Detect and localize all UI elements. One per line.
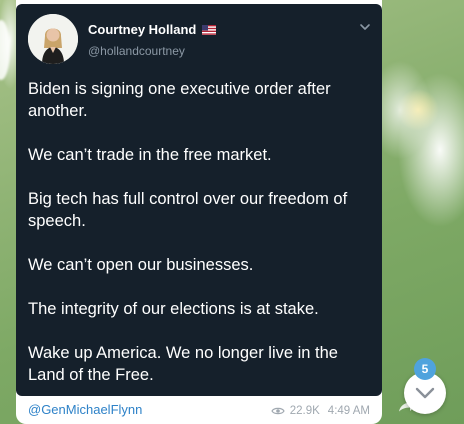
us-flag-icon <box>202 24 217 35</box>
chevron-down-icon[interactable] <box>358 20 372 34</box>
tweet-paragraph: We can’t trade in the free market. <box>28 146 272 164</box>
view-count: 22.9K <box>289 405 320 417</box>
tweet-text: Biden is signing one executive order aft… <box>28 78 368 408</box>
tweet-paragraph: Wake up America. We no longer live in th… <box>28 344 338 384</box>
avatar[interactable] <box>28 14 78 64</box>
channel-message: Courtney Holland @hollandcourtney Biden … <box>16 0 382 424</box>
tweet-paragraph: The integrity of our elections is at sta… <box>28 300 319 318</box>
author-display-name[interactable]: Courtney Holland <box>88 22 196 37</box>
message-time: 4:49 AM <box>327 405 370 417</box>
author-name-row: Courtney Holland <box>88 22 217 37</box>
embedded-tweet[interactable]: Courtney Holland @hollandcourtney Biden … <box>16 4 382 396</box>
mention-link[interactable]: @GenMichaelFlynn <box>28 402 142 417</box>
tweet-paragraph: Biden is signing one executive order aft… <box>28 80 331 120</box>
eye-icon <box>271 407 285 415</box>
tweet-paragraph: We can’t open our businesses. <box>28 256 254 274</box>
author-handle[interactable]: @hollandcourtney <box>88 44 185 58</box>
tweet-paragraph: Big tech has full control over our freed… <box>28 190 348 230</box>
message-meta: 22.9K 4:49 AM <box>271 405 370 417</box>
message-footer: @GenMichaelFlynn 22.9K 4:49 AM <box>16 396 382 424</box>
avatar-image <box>28 14 78 64</box>
chevron-down-icon <box>415 387 435 399</box>
unread-count-badge: 5 <box>414 358 436 380</box>
background-flower <box>0 20 10 80</box>
